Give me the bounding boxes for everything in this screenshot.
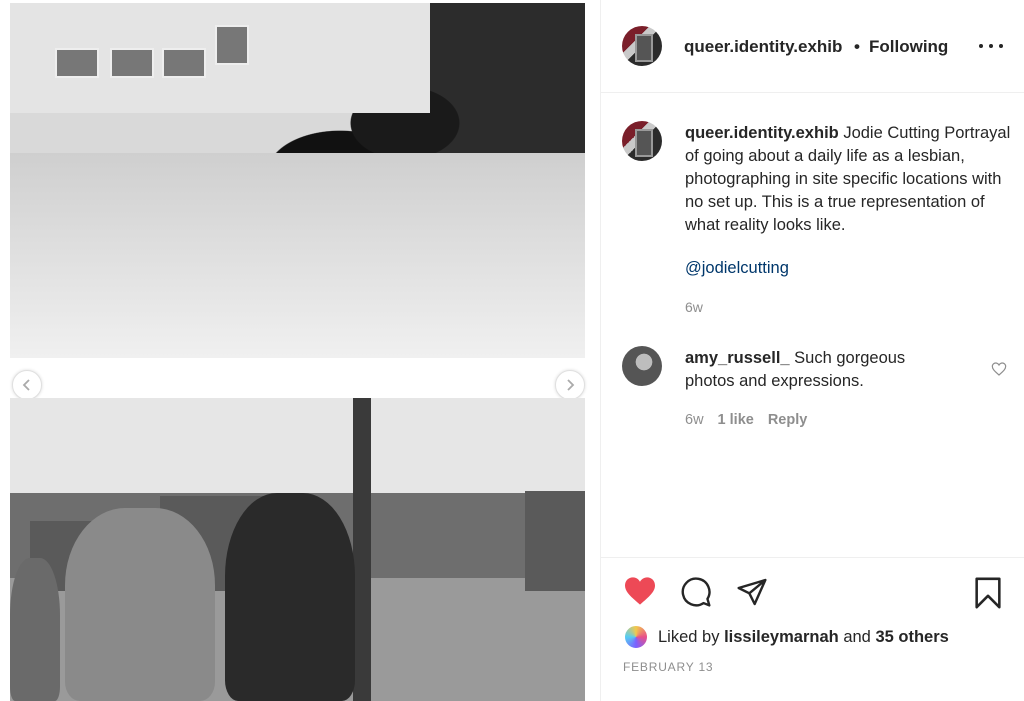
comment-timestamp: 6w bbox=[685, 412, 704, 428]
wall-picture bbox=[162, 48, 206, 78]
photo-bedroom bbox=[10, 3, 585, 358]
liked-by: Liked by lissileymarnah and 35 others bbox=[623, 624, 949, 650]
liked-by-and: and bbox=[843, 627, 871, 646]
caption-username[interactable]: queer.identity.exhib bbox=[685, 124, 839, 142]
comment-meta: 6w 1 like Reply bbox=[685, 412, 807, 428]
comment-like-heart-icon[interactable] bbox=[991, 361, 1007, 377]
carousel-prev-button[interactable] bbox=[12, 370, 42, 400]
share-icon bbox=[737, 578, 767, 606]
share-button[interactable] bbox=[736, 576, 768, 608]
photo-bed bbox=[10, 153, 585, 358]
chevron-right-icon bbox=[567, 379, 575, 391]
header-separator: • bbox=[854, 37, 860, 56]
wall-picture bbox=[110, 48, 154, 78]
author-avatar[interactable] bbox=[622, 26, 662, 66]
chevron-left-icon bbox=[22, 379, 30, 391]
photo-street bbox=[10, 398, 585, 701]
more-options-icon[interactable] bbox=[979, 36, 1003, 56]
post-actions: Liked by lissileymarnah and 35 others FE… bbox=[601, 557, 1024, 701]
like-button[interactable] bbox=[623, 576, 657, 606]
liker-avatar[interactable] bbox=[623, 624, 649, 650]
mention-link[interactable]: @jodielcutting bbox=[685, 259, 789, 278]
post-date[interactable]: FEBRUARY 13 bbox=[623, 660, 713, 674]
comment-button[interactable] bbox=[680, 576, 712, 608]
reply-button[interactable]: Reply bbox=[768, 412, 808, 428]
comment-likes-count[interactable]: 1 like bbox=[718, 412, 754, 428]
caption-avatar[interactable] bbox=[622, 121, 662, 161]
photo-person bbox=[65, 508, 215, 701]
photo-person bbox=[10, 558, 60, 701]
wall-picture bbox=[215, 25, 249, 65]
caption-timestamp: 6w bbox=[685, 299, 703, 315]
following-button[interactable]: Following bbox=[869, 37, 948, 57]
bookmark-icon bbox=[975, 577, 1001, 609]
post-caption: queer.identity.exhib Jodie Cutting Portr… bbox=[685, 122, 1013, 237]
liked-by-others[interactable]: 35 others bbox=[875, 628, 948, 647]
post-header: queer.identity.exhib • Following bbox=[601, 0, 1024, 93]
photo-person bbox=[225, 493, 355, 701]
comment-icon bbox=[681, 577, 711, 607]
post-sidebar: queer.identity.exhib • Following queer.i… bbox=[601, 0, 1024, 701]
photo-house bbox=[525, 491, 585, 591]
liked-by-user[interactable]: lissileymarnah bbox=[724, 628, 839, 647]
photo-pole bbox=[353, 398, 371, 701]
save-button[interactable] bbox=[973, 576, 1003, 610]
instagram-post: queer.identity.exhib • Following queer.i… bbox=[0, 0, 1024, 701]
wall-picture bbox=[55, 48, 99, 78]
heart-filled-icon bbox=[625, 577, 655, 605]
carousel-next-button[interactable] bbox=[555, 370, 585, 400]
comment: amy_russell_ Such gorgeous photos and ex… bbox=[685, 347, 955, 393]
commenter-avatar[interactable] bbox=[622, 346, 662, 386]
comment-username[interactable]: amy_russell_ bbox=[685, 349, 790, 367]
liked-by-prefix: Liked by bbox=[658, 627, 720, 646]
post-media bbox=[0, 0, 601, 701]
author-username[interactable]: queer.identity.exhib bbox=[684, 37, 842, 57]
